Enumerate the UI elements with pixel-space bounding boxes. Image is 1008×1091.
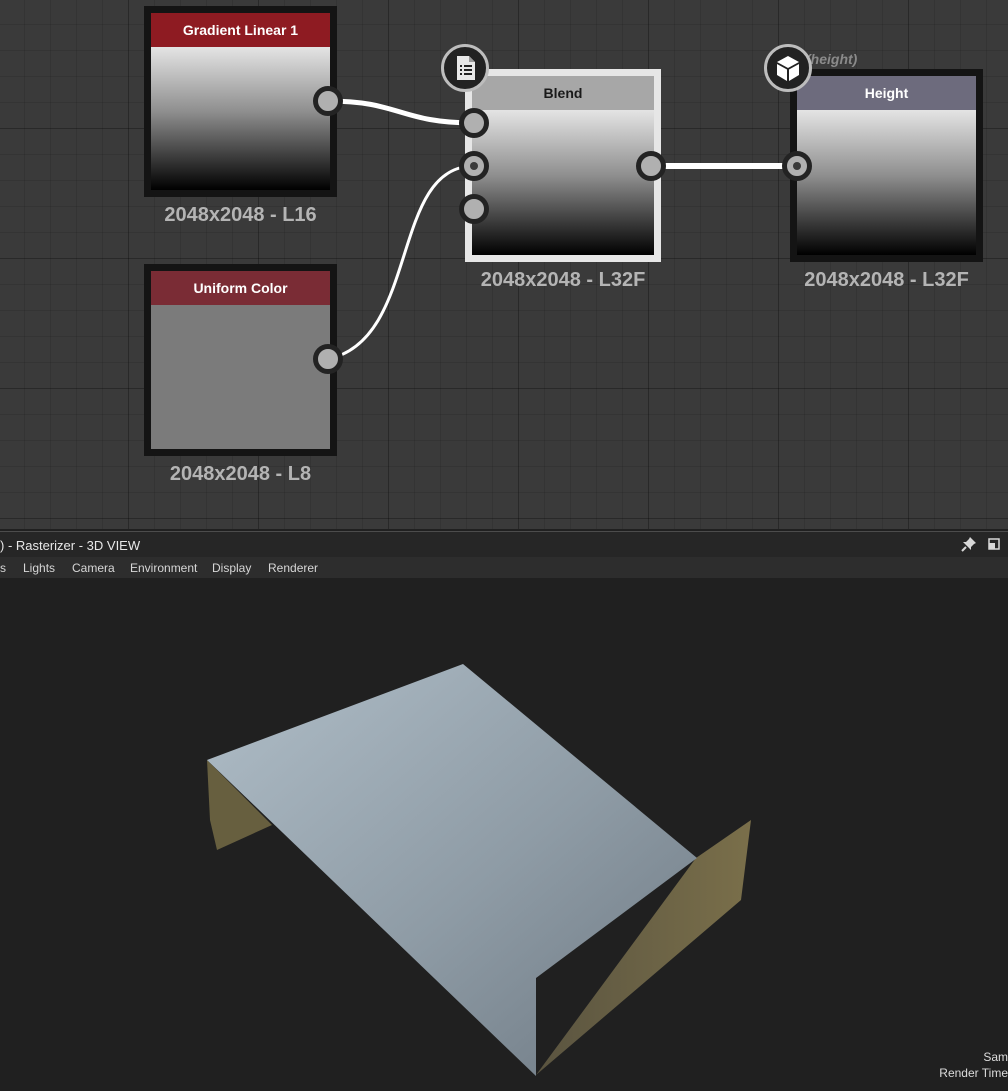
node-thumbnail: [797, 110, 976, 255]
node-header: Blend: [472, 76, 654, 110]
output-port[interactable]: [636, 151, 666, 181]
node-gradient-linear[interactable]: Gradient Linear 1: [144, 6, 337, 197]
cube-icon: [777, 56, 799, 81]
stats-render-time: Render Time: [939, 1066, 1008, 1080]
node-blend[interactable]: Blend: [465, 69, 661, 262]
render-stats: Sam Render Time: [939, 1049, 1008, 1081]
wire-gradient-to-blend: [327, 98, 475, 126]
menu-renderer[interactable]: Renderer: [268, 561, 318, 575]
menu-lights[interactable]: Lights: [23, 561, 55, 575]
node-thumbnail: [151, 305, 330, 449]
document-list-icon: [457, 56, 475, 80]
mesh-top-plane: [207, 664, 697, 1076]
node-caption: 2048x2048 - L8: [169, 463, 312, 485]
menu-camera[interactable]: Camera: [72, 561, 115, 575]
output-port[interactable]: [313, 86, 343, 116]
node-header: Uniform Color: [151, 271, 330, 305]
menu-environment[interactable]: Environment: [130, 561, 197, 575]
node-caption: 2048x2048 - L32F: [804, 269, 969, 291]
node-uniform-color[interactable]: Uniform Color: [144, 264, 337, 456]
3d-view-menubar: s Lights Camera Environment Display Rend…: [0, 557, 1008, 578]
input-port[interactable]: [782, 151, 812, 181]
node-height-output[interactable]: Height: [790, 69, 983, 262]
node-caption: 2048x2048 - L16: [164, 204, 317, 226]
node-identifier: (height): [806, 51, 858, 67]
window-restore-icon[interactable]: [986, 536, 1002, 552]
output-port[interactable]: [313, 344, 343, 374]
stats-samples: Sam: [983, 1050, 1008, 1064]
wire-uniform-to-blend: [327, 164, 475, 361]
menu-materials[interactable]: s: [0, 561, 6, 575]
blend-badge[interactable]: [441, 44, 489, 92]
node-header: Height: [797, 76, 976, 110]
node-header: Gradient Linear 1: [151, 13, 330, 47]
3d-viewport[interactable]: [0, 578, 1008, 1091]
node-graph-canvas[interactable]: Gradient Linear 1 2048x2048 - L16 Unifor…: [0, 0, 1008, 529]
node-thumbnail: [472, 110, 654, 255]
panel-title: ) - Rasterizer - 3D VIEW: [0, 538, 141, 553]
input-port-background[interactable]: [459, 151, 489, 181]
input-port-foreground[interactable]: [459, 108, 489, 138]
3d-scene-mesh: [207, 664, 751, 1076]
node-caption: 2048x2048 - L32F: [480, 269, 646, 291]
height-badge[interactable]: [764, 44, 812, 92]
3d-view-titlebar: ) - Rasterizer - 3D VIEW: [0, 531, 1008, 557]
pin-icon[interactable]: [961, 536, 977, 552]
input-port-mask[interactable]: [459, 194, 489, 224]
node-thumbnail: [151, 47, 330, 190]
menu-display[interactable]: Display: [212, 561, 251, 575]
